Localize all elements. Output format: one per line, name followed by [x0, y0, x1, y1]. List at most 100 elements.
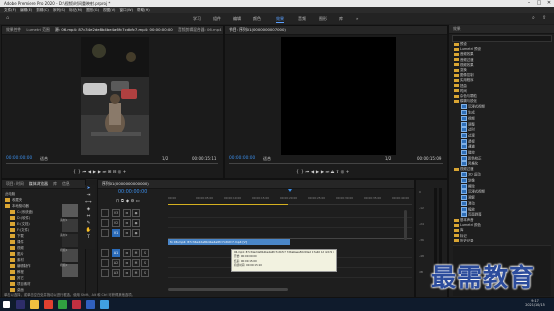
workspace-overflow[interactable]: »: [356, 15, 358, 22]
lock-icon[interactable]: ⊡: [123, 249, 131, 257]
work-area-bar[interactable]: [168, 204, 288, 205]
project-tree-item[interactable]: 收藏夹: [5, 197, 22, 202]
effects-folder-item[interactable]: 历史记录: [453, 239, 553, 242]
home-icon[interactable]: ⌂: [6, 15, 9, 22]
program-fit-dropdown[interactable]: 适合: [263, 156, 271, 162]
project-breadcrumb[interactable]: 此电脑: [5, 191, 15, 196]
timeline-vertical-scrollbar[interactable]: [404, 210, 407, 240]
tab-project[interactable]: 项目: 时间: [6, 181, 24, 186]
timeline-ruler[interactable]: 00:00 00:00:05:00 00:00:10:00 00:00:15:00 00…: [168, 190, 412, 205]
program-timecode-in[interactable]: 00:00:00:00: [229, 156, 255, 161]
track-name-v1[interactable]: V1: [112, 229, 120, 237]
program-video-frame[interactable]: [281, 37, 396, 155]
timeline-scrollbar[interactable]: [168, 288, 288, 291]
project-tree-item[interactable]: 图片: [10, 251, 24, 256]
track-lane-v3[interactable]: [168, 208, 412, 218]
playhead-icon[interactable]: [288, 189, 292, 192]
workspace-effects[interactable]: 效果: [276, 15, 284, 23]
project-tree-item[interactable]: 下载: [10, 233, 24, 238]
tab-media-browser[interactable]: 媒体浏览器: [29, 181, 48, 186]
project-tree-item[interactable]: 教程: [10, 269, 24, 274]
project-tree-item[interactable]: 项目素材: [10, 281, 31, 286]
selection-tool-icon[interactable]: ➤: [85, 185, 92, 192]
program-scrub-bar[interactable]: [229, 163, 443, 164]
media-thumbnail-1[interactable]: [62, 204, 78, 217]
app-taskbar-icon-5[interactable]: [100, 300, 109, 309]
eye-icon[interactable]: ◉: [132, 219, 140, 227]
ripple-edit-icon[interactable]: ⟷: [85, 199, 92, 206]
project-tree-item[interactable]: C:(系统盘): [10, 209, 33, 214]
source-fit-dropdown[interactable]: 适合: [40, 156, 48, 162]
source-timecode-in[interactable]: 00:00:00:00: [6, 156, 32, 161]
track-name-v2[interactable]: V2: [112, 219, 120, 227]
start-icon[interactable]: [3, 301, 10, 308]
source-scrub-bar[interactable]: [6, 163, 218, 164]
tab-sequence[interactable]: 序列01(0000000000000): [102, 181, 149, 186]
tab-lumetri-scopes[interactable]: Lumetri 范围: [26, 27, 49, 32]
project-tree-item[interactable]: 其它: [10, 275, 24, 280]
track-target-toggle[interactable]: [101, 209, 109, 217]
captions-icon[interactable]: ▭: [135, 198, 140, 203]
premiere-taskbar-icon[interactable]: [16, 300, 25, 309]
tab-audio-clip-mixer[interactable]: 音频剪辑混合器: 06.mp4: [178, 27, 222, 32]
project-tree-item[interactable]: 本地驱动器: [5, 203, 29, 208]
workspace-libraries[interactable]: 库: [339, 15, 343, 22]
timeline-timecode[interactable]: 00:00:00:00: [118, 190, 147, 195]
lock-icon[interactable]: ⊡: [123, 269, 131, 277]
app-taskbar-icon-1[interactable]: [44, 300, 53, 309]
project-tree-item[interactable]: 视频: [10, 245, 24, 250]
solo-icon[interactable]: S: [141, 249, 149, 257]
track-target-toggle[interactable]: [101, 229, 109, 237]
project-tree-item[interactable]: 编辑制作: [10, 263, 31, 268]
project-tree-item[interactable]: F:(文件): [10, 227, 29, 232]
project-tree-item[interactable]: E:(文档): [10, 221, 30, 226]
tab-source[interactable]: 源: 06.mp4: 87c34e2de8b4be4a6fc7cdbfc7.mp…: [55, 27, 173, 32]
plus-icon[interactable]: +: [345, 169, 350, 174]
track-lane-v1[interactable]: [168, 228, 412, 239]
track-name-a2[interactable]: A2: [112, 259, 120, 267]
plus-icon[interactable]: +: [122, 169, 127, 174]
mute-icon[interactable]: M: [132, 259, 140, 267]
solo-icon[interactable]: S: [141, 259, 149, 267]
type-tool-icon[interactable]: T: [85, 234, 92, 241]
effects-search-input[interactable]: [452, 35, 552, 42]
workspace-color[interactable]: 颜色: [253, 15, 261, 22]
lock-icon[interactable]: ⊡: [123, 209, 131, 217]
mute-icon[interactable]: M: [132, 269, 140, 277]
track-target-toggle[interactable]: [101, 259, 109, 267]
maximize-button[interactable]: □: [534, 0, 544, 7]
close-button[interactable]: ✕: [544, 0, 554, 7]
tab-libraries[interactable]: 库: [53, 181, 57, 186]
lock-icon[interactable]: ⊡: [123, 229, 131, 237]
track-target-toggle[interactable]: [101, 219, 109, 227]
explorer-taskbar-icon[interactable]: [30, 300, 39, 309]
eye-icon[interactable]: ◉: [132, 209, 140, 217]
track-select-icon[interactable]: ⇥: [85, 192, 92, 199]
project-tree-item[interactable]: 素材: [10, 257, 24, 262]
solo-icon[interactable]: S: [141, 269, 149, 277]
mute-icon[interactable]: M: [132, 249, 140, 257]
eye-icon[interactable]: ◉: [132, 229, 140, 237]
app-taskbar-icon-3[interactable]: [72, 300, 81, 309]
workspace-learning[interactable]: 学习: [193, 15, 201, 22]
workspace-graphics[interactable]: 图形: [319, 15, 327, 22]
workspace-editing[interactable]: 编辑: [233, 15, 241, 22]
tab-info[interactable]: 信息: [62, 181, 70, 186]
workspace-audio[interactable]: 音频: [298, 15, 306, 22]
razor-tool-icon[interactable]: ◈: [85, 206, 92, 213]
track-name-a1[interactable]: A1: [112, 249, 120, 257]
tab-effect-controls[interactable]: 效果控件: [6, 27, 21, 32]
track-lane-v2[interactable]: [168, 218, 412, 228]
search-icon[interactable]: ⌕: [532, 15, 535, 22]
lock-icon[interactable]: ⊡: [123, 219, 131, 227]
project-tree-item[interactable]: 课件: [10, 239, 24, 244]
slip-tool-icon[interactable]: ⇔: [85, 213, 92, 220]
track-target-toggle[interactable]: [101, 269, 109, 277]
app-taskbar-icon-4[interactable]: [86, 300, 95, 309]
project-tree-item[interactable]: D:(软件): [10, 215, 30, 220]
track-name-v3[interactable]: V3: [112, 209, 120, 217]
program-scale-dropdown[interactable]: 1/2: [385, 156, 391, 161]
source-scale-dropdown[interactable]: 1/2: [162, 156, 168, 161]
hand-tool-icon[interactable]: ✋: [85, 227, 92, 234]
share-icon[interactable]: ⇪: [542, 15, 546, 22]
